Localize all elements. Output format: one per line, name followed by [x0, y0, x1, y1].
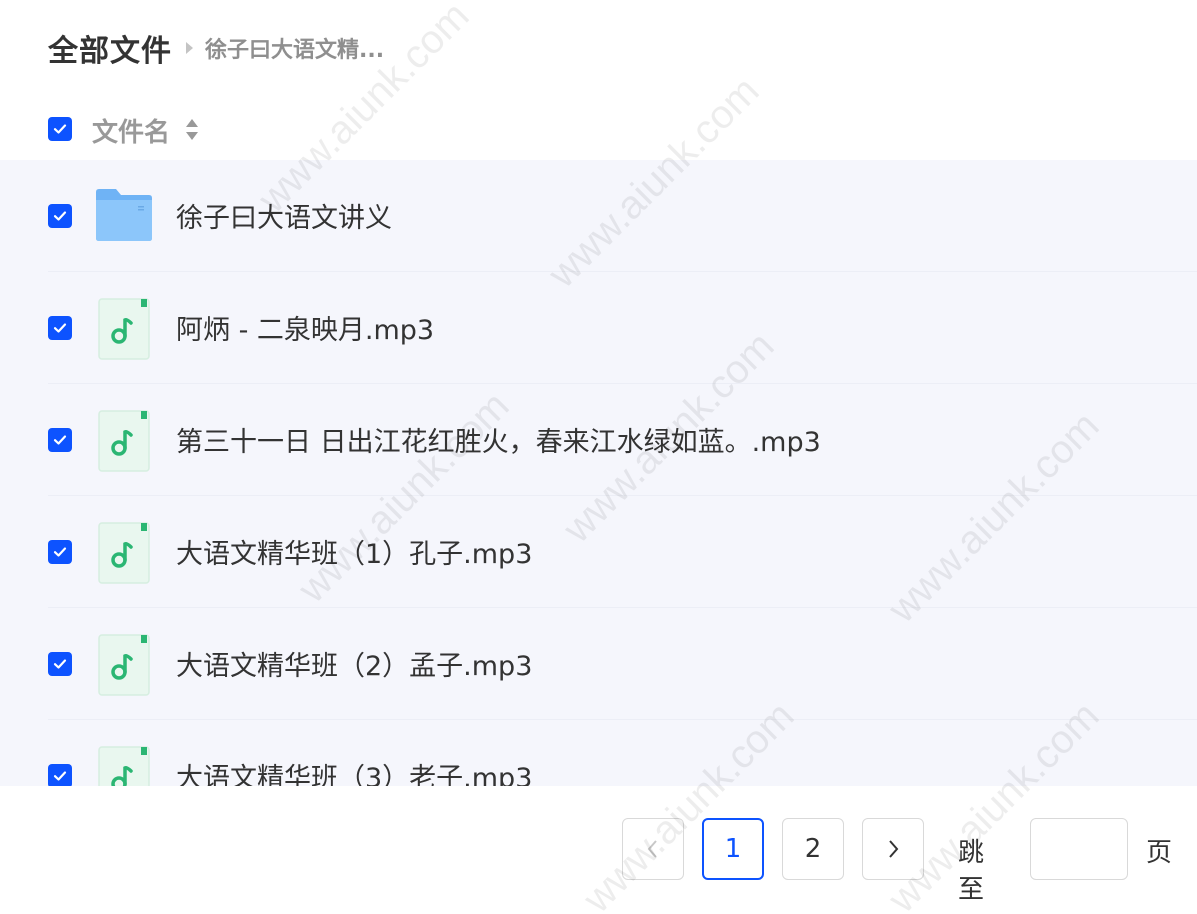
check-icon: [53, 323, 67, 333]
file-name[interactable]: 大语文精华班（1）孔子.mp3: [176, 532, 532, 571]
jump-page-input[interactable]: [1030, 818, 1128, 880]
breadcrumb-root[interactable]: 全部文件: [48, 26, 172, 70]
file-row[interactable]: 徐子曰大语文讲义: [0, 160, 1197, 272]
file-name[interactable]: 第三十一日 日出江花红胜火，春来江水绿如蓝。.mp3: [176, 420, 821, 459]
page-suffix-label: 页: [1146, 838, 1173, 868]
file-name[interactable]: 徐子曰大语文讲义: [176, 196, 392, 235]
file-name[interactable]: 大语文精华班（2）孟子.mp3: [176, 644, 532, 683]
sort-icon[interactable]: [185, 118, 199, 142]
next-page-button[interactable]: [862, 818, 924, 880]
file-row[interactable]: 第三十一日 日出江花红胜火，春来江水绿如蓝。.mp3: [0, 384, 1197, 496]
select-all-checkbox[interactable]: [48, 117, 72, 141]
music-file-icon: [98, 298, 150, 360]
file-list: 徐子曰大语文讲义阿炳 - 二泉映月.mp3 第三十一日 日出江花红胜火，春来江水绿…: [0, 160, 1197, 786]
row-checkbox[interactable]: [48, 204, 72, 228]
check-icon: [53, 211, 67, 221]
chevron-right-icon: [889, 840, 899, 858]
row-checkbox[interactable]: [48, 764, 72, 786]
check-icon: [53, 771, 67, 781]
check-icon: [53, 124, 67, 134]
chevron-left-icon: [647, 840, 657, 858]
check-icon: [53, 659, 67, 669]
music-file-icon: [98, 522, 150, 584]
check-icon: [53, 547, 67, 557]
file-row[interactable]: 大语文精华班（1）孔子.mp3: [0, 496, 1197, 608]
column-header-filename[interactable]: 文件名: [92, 112, 170, 149]
prev-page-button[interactable]: [622, 818, 684, 880]
row-checkbox[interactable]: [48, 540, 72, 564]
file-row[interactable]: 大语文精华班（2）孟子.mp3: [0, 608, 1197, 720]
music-file-icon: [98, 410, 150, 472]
file-browser: 全部文件 徐子曰大语文精... 文件名 徐子曰大语文讲义阿炳 - 二泉映月.mp…: [0, 0, 1197, 914]
breadcrumb: 全部文件 徐子曰大语文精...: [48, 26, 384, 70]
row-checkbox[interactable]: [48, 428, 72, 452]
jump-label: 跳至: [958, 838, 985, 905]
file-row[interactable]: 大语文精华班（3）老子.mp3: [0, 720, 1197, 786]
folder-icon: [96, 189, 152, 241]
file-name[interactable]: 大语文精华班（3）老子.mp3: [176, 756, 532, 786]
breadcrumb-current: 徐子曰大语文精...: [205, 38, 385, 63]
list-header: 文件名: [0, 104, 1197, 154]
music-file-icon: [98, 634, 150, 696]
page-button-1[interactable]: 1: [702, 818, 764, 880]
file-name[interactable]: 阿炳 - 二泉映月.mp3: [176, 308, 434, 347]
row-checkbox[interactable]: [48, 652, 72, 676]
breadcrumb-separator-icon: [186, 42, 193, 54]
file-row[interactable]: 阿炳 - 二泉映月.mp3: [0, 272, 1197, 384]
row-checkbox[interactable]: [48, 316, 72, 340]
music-file-icon: [98, 746, 150, 786]
page-button-2[interactable]: 2: [782, 818, 844, 880]
check-icon: [53, 435, 67, 445]
